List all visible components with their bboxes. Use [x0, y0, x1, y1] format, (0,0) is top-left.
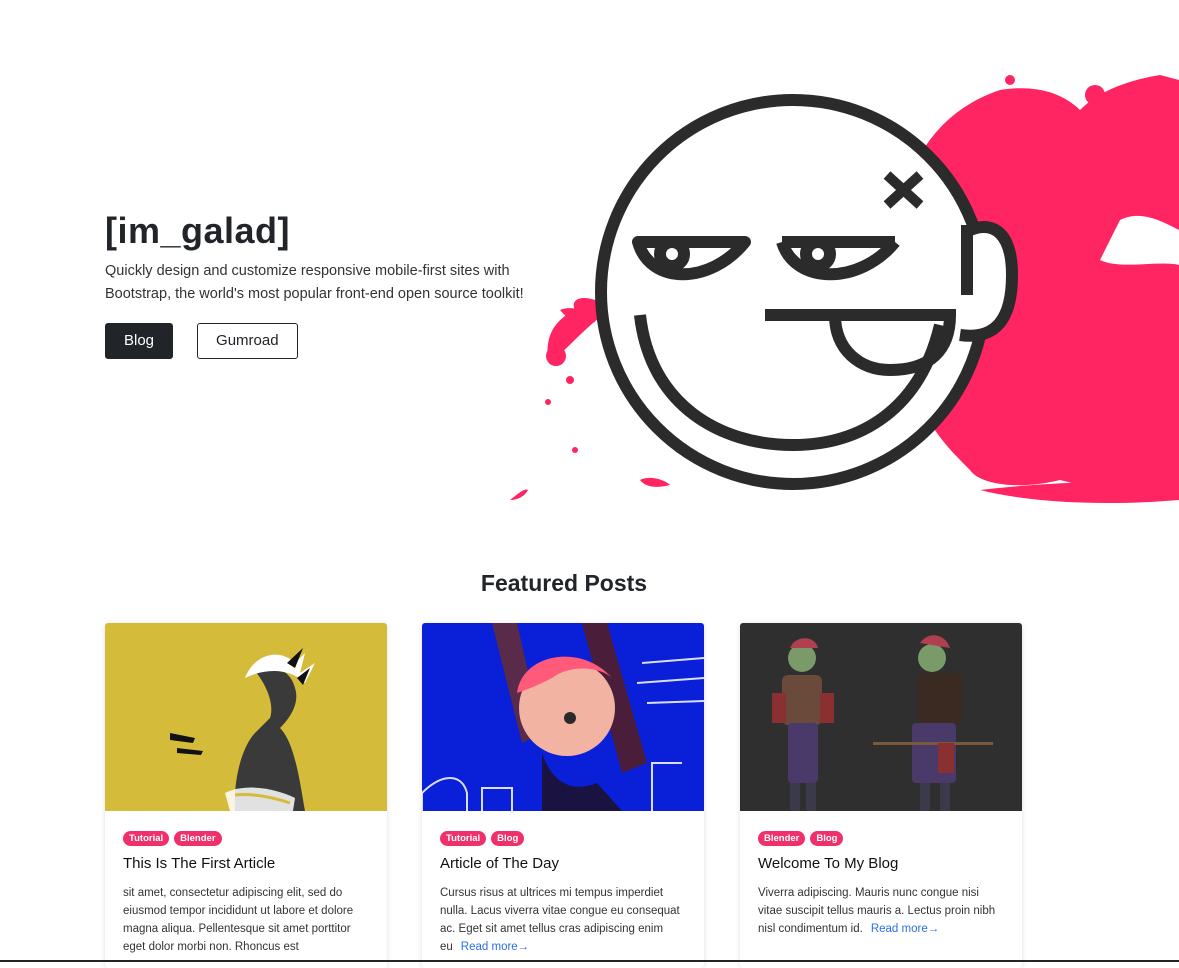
post-excerpt: Viverra adipiscing. Mauris nunc congue n…: [758, 884, 1004, 938]
tag-badge[interactable]: Blender: [174, 831, 222, 846]
hero-section: [im_galad] Quickly design and customize …: [105, 210, 535, 359]
post-tags: Blender Blog: [758, 831, 1004, 846]
hero-logo-image: [510, 75, 1179, 503]
post-tags: Tutorial Blog: [440, 831, 686, 846]
post-image-1[interactable]: [105, 623, 387, 811]
featured-posts-title: Featured Posts: [480, 570, 648, 596]
hero-buttons: Blog Gumroad: [105, 323, 535, 359]
post-title[interactable]: Welcome To My Blog: [758, 854, 1004, 874]
blog-button[interactable]: Blog: [105, 323, 174, 359]
tag-badge[interactable]: Blog: [810, 831, 844, 846]
post-title[interactable]: Article of The Day: [440, 854, 686, 874]
tag-badge[interactable]: Tutorial: [123, 831, 170, 846]
gumroad-button[interactable]: Gumroad: [197, 323, 298, 359]
post-excerpt: Cursus risus at ultrices mi tempus imper…: [440, 884, 686, 956]
post-card-1[interactable]: Tutorial Blender This Is The First Artic…: [105, 623, 387, 968]
post-image-3[interactable]: [740, 623, 1022, 811]
hero-description: Quickly design and customize responsive …: [105, 263, 524, 302]
tag-badge[interactable]: Tutorial: [440, 831, 487, 846]
tag-badge[interactable]: Blog: [491, 831, 525, 846]
post-excerpt: sit amet, consectetur adipiscing elit, s…: [123, 884, 369, 956]
post-card-3[interactable]: Blender Blog Welcome To My Blog Viverra …: [740, 623, 1022, 968]
tag-badge[interactable]: Blender: [758, 831, 806, 846]
post-card-body: Tutorial Blender This Is The First Artic…: [105, 811, 387, 956]
post-tags: Tutorial Blender: [123, 831, 369, 846]
read-more-link[interactable]: Read more→: [871, 923, 939, 935]
post-excerpt-text: sit amet, consectetur adipiscing elit, s…: [123, 887, 354, 953]
read-more-link[interactable]: Read more→: [461, 941, 529, 953]
post-image-2[interactable]: [422, 623, 704, 811]
post-card-2[interactable]: Tutorial Blog Article of The Day Cursus …: [422, 623, 704, 968]
post-card-body: Tutorial Blog Article of The Day Cursus …: [422, 811, 704, 956]
post-title[interactable]: This Is The First Article: [123, 854, 369, 874]
post-card-body: Blender Blog Welcome To My Blog Viverra …: [740, 811, 1022, 938]
hero-title: [im_galad]: [105, 210, 291, 251]
